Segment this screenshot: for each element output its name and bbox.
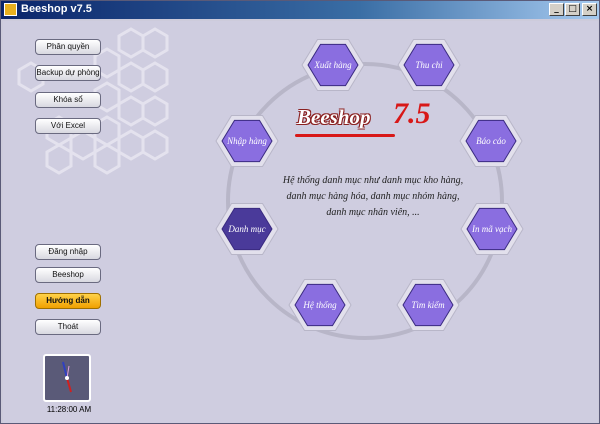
close-button[interactable]: ×	[582, 3, 597, 16]
beeshop-logo: Beeshop 7.5	[295, 97, 455, 141]
main-panel: Phân quyền Backup dự phòng Khóa sổ Với E…	[3, 21, 598, 423]
app-icon	[4, 3, 17, 16]
logo-brand: Beeshop	[297, 105, 371, 129]
logo-underline	[295, 134, 395, 137]
menu-description: Hệ thống danh mục như danh mục kho hàng,…	[282, 175, 464, 218]
menu-ring	[215, 39, 524, 340]
title-bar[interactable]: Beeshop v7.5 _ □ ×	[1, 1, 599, 19]
maximize-button[interactable]: □	[565, 3, 580, 16]
app-window: Beeshop v7.5 _ □ × Phân quyền Backup dự …	[0, 0, 600, 424]
logo-version: 7.5	[393, 97, 431, 130]
window-title: Beeshop v7.5	[21, 3, 92, 15]
minimize-button[interactable]: _	[549, 3, 564, 16]
